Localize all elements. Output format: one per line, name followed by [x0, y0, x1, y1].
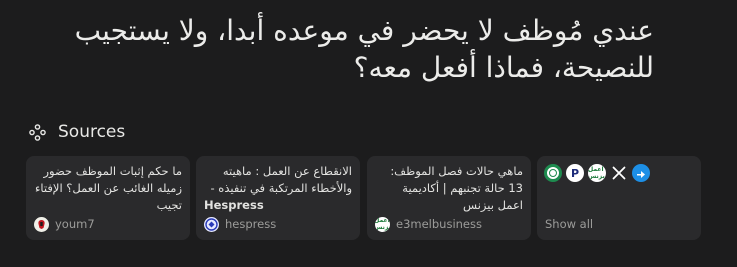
- source-domain-label: hespress: [225, 217, 277, 231]
- question-heading: عندي مُوظف لا يحضر في موعده أبدا، ولا يس…: [74, 14, 654, 84]
- e3mel-icon: اعمل بزنس: [588, 164, 606, 182]
- source-card-title-strong: Hespress: [204, 198, 264, 212]
- source-card-title-text: الانقطاع عن العمل : ماهيته والأخطاء المر…: [210, 164, 352, 195]
- youm7-favicon-icon: [34, 216, 49, 232]
- show-all-label: Show all: [545, 217, 594, 231]
- green-circle-icon: [544, 164, 562, 182]
- source-domain-label: youm7: [55, 217, 95, 231]
- e3melbusiness-favicon-icon: اعمل بزنس: [375, 216, 390, 232]
- sources-header: Sources: [29, 121, 125, 143]
- source-card-title: ماهي حالات فصل الموظف: 13 حالة تجنبهم | …: [390, 164, 523, 212]
- source-card-domain: youm7: [34, 216, 95, 232]
- sources-icon: [29, 123, 46, 141]
- source-card-e3melbusiness[interactable]: ماهي حالات فصل الموظف: 13 حالة تجنبهم | …: [367, 156, 531, 240]
- source-domain-label: e3melbusiness: [396, 217, 482, 231]
- source-card-hespress[interactable]: الانقطاع عن العمل : ماهيته والأخطاء المر…: [196, 156, 360, 240]
- more-sources-icons: P اعمل بزنس: [544, 164, 654, 182]
- source-card-title: ما حكم إثبات الموظف حضور زميله الغائب عن…: [35, 164, 182, 212]
- x-icon: [610, 164, 628, 182]
- source-card-title: الانقطاع عن العمل : ماهيته والأخطاء المر…: [204, 163, 352, 214]
- source-card-domain: اعمل بزنس e3melbusiness: [375, 216, 482, 232]
- source-card-domain: hespress: [204, 216, 276, 232]
- sources-title: Sources: [58, 122, 126, 142]
- blue-arrow-icon: [632, 164, 650, 182]
- source-card-youm7[interactable]: ما حكم إثبات الموظف حضور زميله الغائب عن…: [26, 156, 190, 240]
- hespress-favicon-icon: [204, 216, 219, 232]
- show-all-sources-card[interactable]: P اعمل بزنس Show all: [537, 156, 701, 240]
- p-badge-icon: P: [566, 164, 584, 182]
